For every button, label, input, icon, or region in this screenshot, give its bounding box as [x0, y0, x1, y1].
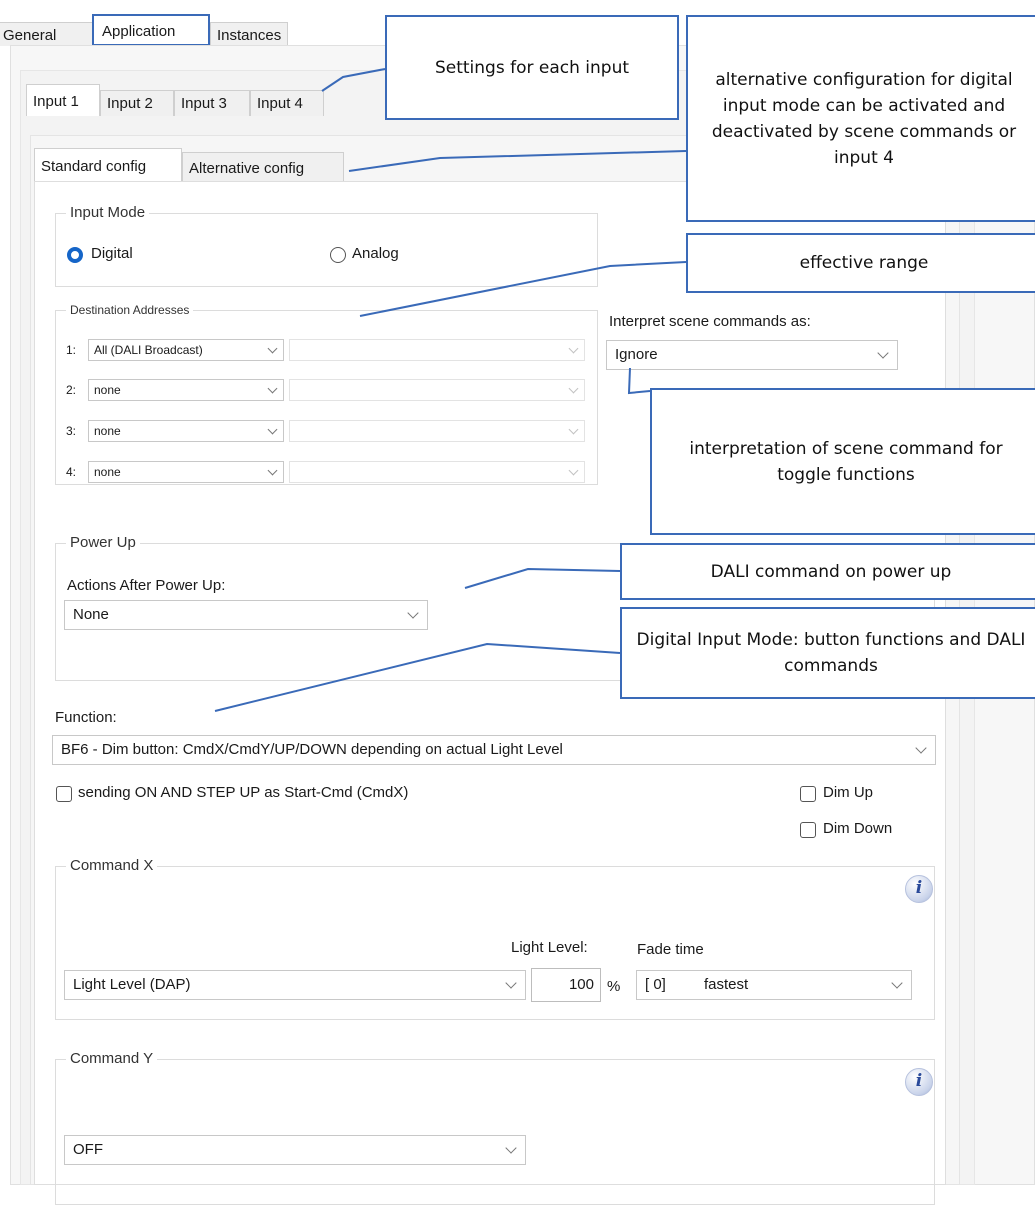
callout-alternative-config: alternative configuration for digital in… — [686, 15, 1035, 222]
callout-settings-each-input: Settings for each input — [385, 15, 679, 120]
leader-alternative — [348, 150, 687, 172]
callout-dali-power-up: DALI command on power up — [620, 543, 1035, 600]
callout-effective-range: effective range — [686, 233, 1035, 293]
leader-power — [464, 567, 621, 589]
callout-digital-input-mode: Digital Input Mode: button functions and… — [620, 607, 1035, 699]
leader-digital — [214, 642, 621, 712]
callout-scene-interpretation: interpretation of scene command for togg… — [650, 388, 1035, 535]
leader-settings — [321, 68, 386, 92]
leader-interpretation — [627, 367, 651, 395]
leader-range — [359, 261, 687, 317]
